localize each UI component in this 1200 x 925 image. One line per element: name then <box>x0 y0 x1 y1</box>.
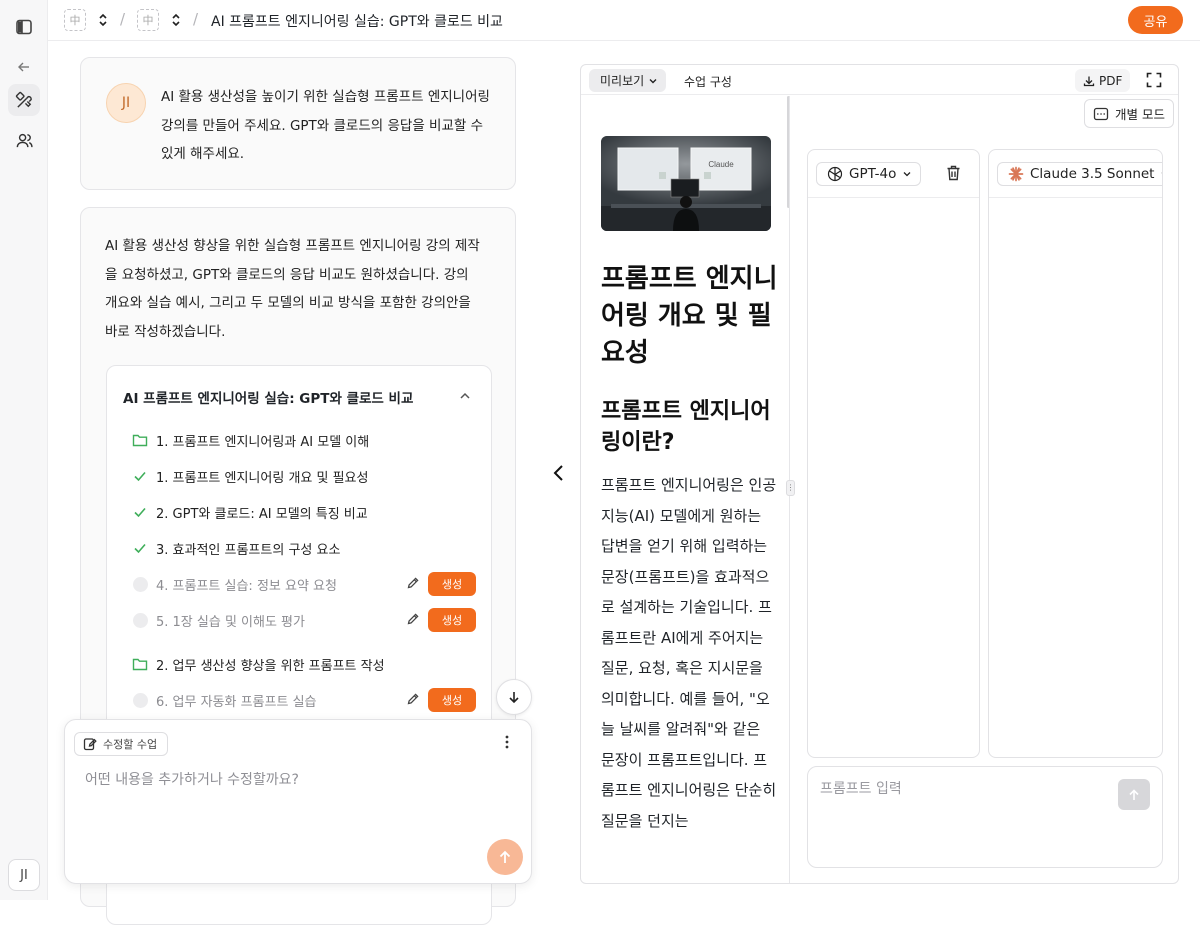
sidebar-toggle-icon[interactable] <box>8 11 40 43</box>
lesson-section-heading: 프롬프트 엔지니어링이란? <box>601 399 771 455</box>
outline-lesson-label: 3. 효과적인 프롬프트의 구성 요소 <box>156 542 341 558</box>
user-avatar: JI <box>106 83 146 123</box>
user-message: JI AI 활용 생산성을 높이기 위한 실습형 프롬프트 엔지니어링 강의를 … <box>80 57 516 190</box>
model-name: Claude 3.5 Sonnet <box>1030 166 1155 182</box>
folder-icon <box>132 656 148 672</box>
model-select[interactable]: GPT-4o <box>816 162 922 186</box>
model-column-header: Claude 3.5 Sonnet <box>989 150 1162 198</box>
send-button[interactable] <box>487 839 523 875</box>
prompt-input[interactable] <box>820 781 1110 797</box>
outline-lesson-label: 2. GPT와 클로드: AI 모델의 특징 비교 <box>156 506 368 522</box>
model-column-claude: Claude 3.5 Sonnet <box>988 149 1163 758</box>
tab-course-structure[interactable]: 수업 구성 <box>684 73 732 90</box>
user-message-text: AI 활용 생산성을 높이기 위한 실습형 프롬프트 엔지니어링 강의를 만들어… <box>161 89 490 162</box>
chevron-down-icon <box>649 78 657 83</box>
outline-lesson[interactable]: 5. 1장 실습 및 이해도 평가 생성 <box>132 608 477 632</box>
model-name: GPT-4o <box>849 166 897 182</box>
chevron-down-icon <box>1160 169 1163 179</box>
prompt-send-button[interactable] <box>1118 779 1150 810</box>
preview-panel: 미리보기 수업 구성 PDF Claude 프롬프트 엔지니어링 개요 및 필요… <box>580 64 1179 884</box>
tab-preview[interactable]: 미리보기 <box>589 69 667 92</box>
folder-icon <box>132 432 148 448</box>
mode-label: 개별 모드 <box>1115 107 1165 122</box>
chevron-left-icon[interactable] <box>552 463 566 483</box>
account-avatar[interactable]: JI <box>8 859 40 891</box>
course-outline-title: AI 프롬프트 엔지니어링 실습: GPT와 클로드 비교 <box>123 391 414 407</box>
check-icon <box>132 504 148 520</box>
outline-chapter[interactable]: 1. 프롬프트 엔지니어링과 AI 모델 이해 <box>132 430 477 450</box>
model-select[interactable]: Claude 3.5 Sonnet <box>997 162 1163 186</box>
context-chip-label: 수정할 수업 <box>103 738 158 751</box>
individual-mode-button[interactable]: 개별 모드 <box>1084 99 1174 128</box>
model-column-header: GPT-4o <box>808 150 979 198</box>
openai-icon <box>827 166 843 182</box>
edit-note-icon <box>83 738 97 751</box>
outline-lesson[interactable]: 3. 효과적인 프롬프트의 구성 요소 <box>132 538 477 558</box>
outline-chapter-label: 1. 프롬프트 엔지니어링과 AI 모델 이해 <box>156 434 370 450</box>
generate-button[interactable]: 생성 <box>428 608 476 632</box>
workspace-switch-chevron-icon[interactable] <box>97 11 109 29</box>
outline-lesson[interactable]: 2. GPT와 클로드: AI 모델의 특징 비교 <box>132 502 477 522</box>
breadcrumb-separator: / <box>193 10 199 28</box>
collapse-chevron-icon[interactable] <box>459 390 471 402</box>
edit-pencil-icon[interactable] <box>406 576 420 590</box>
prompt-box <box>807 766 1163 868</box>
scroll-to-bottom-button[interactable] <box>496 679 532 715</box>
composer-input[interactable] <box>85 772 505 788</box>
users-icon[interactable] <box>8 124 40 156</box>
outline-chapter-label: 2. 업무 생산성 향상을 위한 프롬프트 작성 <box>156 658 385 674</box>
share-button[interactable]: 공유 <box>1128 6 1183 34</box>
outline-lesson[interactable]: 1. 프롬프트 엔지니어링 개요 및 필요성 <box>132 466 477 486</box>
check-icon <box>132 540 148 556</box>
lesson-document: Claude 프롬프트 엔지니어링 개요 및 필요성 프롬프트 엔지니어링이란?… <box>581 96 789 883</box>
resize-handle-icon[interactable]: ⋮ <box>786 480 795 496</box>
top-bar: 中 / 中 / AI 프롬프트 엔지니어링 실습: GPT와 클로드 비교 공유 <box>48 0 1200 41</box>
project-switch-chevron-icon[interactable] <box>170 11 182 29</box>
generate-button[interactable]: 생성 <box>428 688 476 712</box>
outline-lesson-label: 1. 프롬프트 엔지니어링 개요 및 필요성 <box>156 470 369 486</box>
page-title: AI 프롬프트 엔지니어링 실습: GPT와 클로드 비교 <box>211 14 503 30</box>
claude-icon <box>1008 166 1024 182</box>
tab-preview-label: 미리보기 <box>600 74 645 88</box>
tools-icon[interactable] <box>8 84 40 116</box>
check-icon <box>132 468 148 484</box>
outline-lesson-label: 4. 프롬프트 실습: 정보 요약 요청 <box>156 578 337 594</box>
outline-lesson[interactable]: 4. 프롬프트 실습: 정보 요약 요청 생성 <box>132 572 477 596</box>
model-column-gpt: GPT-4o <box>807 149 980 758</box>
pdf-download-button[interactable]: PDF <box>1075 69 1131 92</box>
context-chip[interactable]: 수정할 수업 <box>74 732 169 756</box>
back-arrow-icon[interactable] <box>8 51 40 83</box>
lesson-title: 프롬프트 엔지니어링 개요 및 필요성 <box>601 264 778 368</box>
pdf-label: PDF <box>1099 73 1123 88</box>
generate-button[interactable]: 생성 <box>428 572 476 596</box>
workspace-logo-icon[interactable]: 中 <box>64 9 86 31</box>
outline-chapter[interactable]: 2. 업무 생산성 향상을 위한 프롬프트 작성 <box>132 654 477 674</box>
outline-lesson-label: 6. 업무 자동화 프롬프트 실습 <box>156 694 317 710</box>
pending-status-icon <box>132 612 148 628</box>
trash-icon[interactable] <box>946 165 961 181</box>
mode-icon <box>1093 107 1109 120</box>
pending-status-icon <box>132 576 148 592</box>
outline-lesson-label: 5. 1장 실습 및 이해도 평가 <box>156 614 305 630</box>
pending-status-icon <box>132 692 148 708</box>
breadcrumb-separator: / <box>120 10 126 28</box>
fullscreen-icon[interactable] <box>1146 72 1162 88</box>
lesson-paragraph: 프롬프트 엔지니어링은 인공지능(AI) 모델에게 원하는 답변을 얻기 위해 … <box>601 476 777 830</box>
preview-header: 미리보기 수업 구성 PDF <box>581 65 1178 95</box>
download-icon <box>1083 76 1095 86</box>
edit-pencil-icon[interactable] <box>406 692 420 706</box>
chat-composer: 수정할 수업 <box>64 719 532 884</box>
app-rail: JI <box>0 0 48 900</box>
edit-pencil-icon[interactable] <box>406 612 420 626</box>
screen-label: Claude <box>708 160 734 169</box>
lesson-hero-image: Claude <box>601 136 771 231</box>
more-options-icon[interactable] <box>499 734 515 750</box>
project-logo-icon[interactable]: 中 <box>137 9 159 31</box>
outline-lesson[interactable]: 6. 업무 자동화 프롬프트 실습 생성 <box>132 688 477 712</box>
assistant-message-text: AI 활용 생산성 향상을 위한 실습형 프롬프트 엔지니어링 강의 제작을 요… <box>105 238 480 340</box>
chevron-down-icon <box>903 172 911 177</box>
